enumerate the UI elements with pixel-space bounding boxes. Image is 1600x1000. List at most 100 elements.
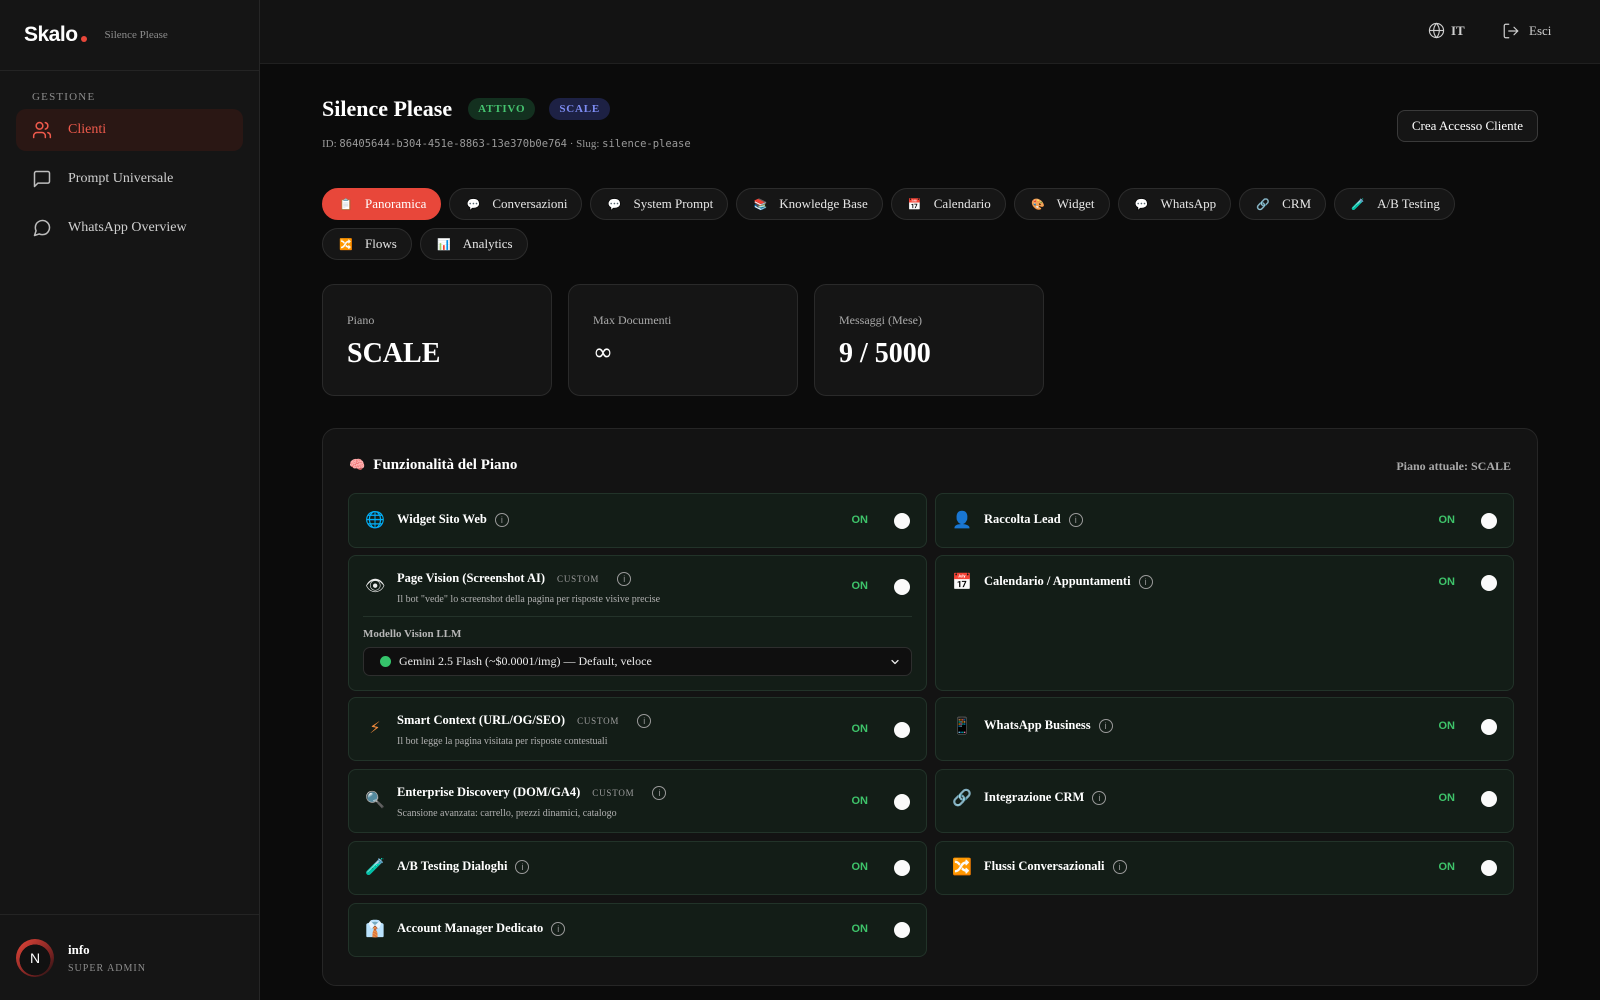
tab-whatsapp[interactable]: 💬 WhatsApp [1117, 188, 1232, 220]
feature-calendario: 📅 Calendario / Appuntamenti i ON [935, 555, 1514, 691]
feature-toggle[interactable] [894, 579, 910, 595]
feature-description: Scansione avanzata: carrello, prezzi din… [397, 808, 617, 819]
create-client-access-button[interactable]: Crea Accesso Cliente [1396, 110, 1538, 142]
feature-name: WhatsApp Business i [984, 718, 1113, 733]
feature-toggle[interactable] [894, 922, 910, 938]
feature-name: Account Manager Dedicato i [397, 921, 566, 936]
tab-flows[interactable]: 🔀 Flows [322, 228, 412, 260]
feature-name: Enterprise Discovery (DOM/GA4) CUSTOM i [397, 785, 667, 800]
features-title: 🧠 Funzionalità del Piano [349, 457, 518, 473]
stat-label: Piano [347, 313, 375, 327]
vision-model-select[interactable]: Gemini 2.5 Flash (~$0.0001/img) — Defaul… [363, 647, 912, 676]
tab-widget[interactable]: 🎨 Widget [1013, 188, 1110, 220]
current-plan-label: Piano attuale: SCALE [1396, 459, 1511, 473]
stat-card-piano: Piano SCALE [322, 284, 552, 396]
test-tube-icon: 🧪 [365, 857, 385, 876]
tab-analytics[interactable]: 📊 Analytics [419, 228, 528, 260]
speech-bubble-icon: 💬 [466, 197, 481, 211]
feature-toggle[interactable] [894, 513, 910, 529]
tab-system-prompt[interactable]: 💬 System Prompt [590, 188, 729, 220]
info-icon[interactable]: i [494, 512, 509, 527]
stat-card-max-documenti: Max Documenti ∞ [568, 284, 798, 396]
sidebar-item-whatsapp-overview[interactable]: WhatsApp Overview [16, 207, 243, 249]
user-name: info [68, 941, 90, 957]
info-icon[interactable]: i [1068, 512, 1083, 527]
feature-smart-context: ⚡ Smart Context (URL/OG/SEO) CUSTOM i Il b… [348, 697, 927, 761]
feature-ab-testing-dialoghi: 🧪 A/B Testing Dialoghi i ON [348, 841, 927, 895]
feature-toggle[interactable] [1481, 575, 1497, 591]
topbar: IT Esci [260, 0, 1600, 64]
feature-enterprise-discovery: 🔍 Enterprise Discovery (DOM/GA4) CUSTOM i … [348, 769, 927, 833]
feature-name: Widget Sito Web i [397, 512, 509, 527]
brand-logo[interactable]: Skalo [24, 23, 87, 47]
feature-page-vision: 👁 Page Vision (Screenshot AI) CUSTOM i Il … [348, 555, 927, 691]
feature-description: Il bot "vede" lo screenshot della pagina… [397, 594, 661, 605]
feature-status: ON [851, 514, 869, 526]
tab-ab-testing[interactable]: 🧪 A/B Testing [1334, 188, 1455, 220]
language-switcher[interactable]: IT [1428, 22, 1465, 39]
feature-toggle[interactable] [894, 794, 910, 810]
info-icon[interactable]: i [1112, 859, 1127, 874]
info-icon[interactable]: i [637, 713, 652, 728]
feature-toggle[interactable] [1481, 860, 1497, 876]
shuffle-icon: 🔀 [339, 237, 353, 251]
feature-toggle[interactable] [894, 722, 910, 738]
sidebar-item-clienti[interactable]: Clienti [16, 109, 243, 151]
speech-bubble-icon: 💬 [607, 197, 622, 211]
info-icon[interactable]: i [1092, 790, 1107, 805]
tab-calendario[interactable]: 📅 Calendario [890, 188, 1006, 220]
shuffle-icon: 🔀 [952, 857, 972, 876]
lightning-icon: ⚡ [369, 718, 381, 737]
feature-status: ON [851, 923, 869, 935]
page-title: Silence Please [322, 96, 453, 121]
calendar-icon: 📅 [907, 197, 922, 211]
feature-whatsapp-business: 📱 WhatsApp Business i ON [935, 697, 1514, 761]
feature-toggle[interactable] [1481, 513, 1497, 529]
feature-status: ON [851, 861, 869, 873]
feature-name: Integrazione CRM i [984, 790, 1107, 805]
feature-name: Flussi Conversazionali i [984, 859, 1127, 874]
status-dot-icon [380, 656, 391, 667]
plan-badge: SCALE [549, 98, 610, 120]
feature-status: ON [851, 795, 869, 807]
feature-status: ON [1438, 514, 1456, 526]
sidebar-item-label: Clienti [68, 122, 107, 137]
info-icon[interactable]: i [617, 571, 632, 586]
client-slug: silence-please [602, 138, 691, 150]
feature-name: A/B Testing Dialoghi i [397, 859, 530, 874]
tab-panoramica[interactable]: 📋 Panoramica [322, 188, 442, 220]
tab-conversazioni[interactable]: 💬 Conversazioni [449, 188, 583, 220]
info-icon[interactable]: i [1138, 574, 1153, 589]
books-icon: 📚 [753, 197, 768, 211]
feature-integrazione-crm: 🔗 Integrazione CRM i ON [935, 769, 1514, 833]
feature-status: ON [1438, 861, 1456, 873]
tab-knowledge-base[interactable]: 📚 Knowledge Base [736, 188, 883, 220]
logout-button[interactable]: Esci [1502, 22, 1551, 40]
sidebar-item-prompt-universale[interactable]: Prompt Universale [16, 158, 243, 200]
feature-toggle[interactable] [1481, 719, 1497, 735]
link-icon: 🔗 [952, 788, 972, 807]
sidebar-item-label: WhatsApp Overview [68, 220, 187, 235]
globe-icon: 🌐 [365, 510, 385, 529]
sidebar: Skalo Silence Please GESTIONE Clienti Pr… [0, 0, 260, 1000]
info-icon[interactable]: i [1098, 718, 1113, 733]
user-role: SUPER ADMIN [68, 962, 146, 974]
users-icon [32, 121, 52, 139]
feature-name: Raccolta Lead i [984, 512, 1083, 527]
avatar: N [16, 938, 54, 977]
link-icon: 🔗 [1256, 197, 1270, 211]
feature-toggle[interactable] [894, 860, 910, 876]
divider [363, 616, 912, 617]
phone-icon: 📱 [952, 716, 972, 735]
info-icon[interactable]: i [652, 785, 667, 800]
tab-crm[interactable]: 🔗 CRM [1239, 188, 1327, 220]
stat-label: Max Documenti [593, 313, 672, 327]
test-tube-icon: 🧪 [1351, 197, 1365, 211]
info-icon[interactable]: i [515, 859, 530, 874]
speech-bubble-icon: 💬 [1134, 197, 1149, 211]
person-icon: 👤 [952, 510, 972, 529]
user-profile[interactable]: N info SUPER ADMIN [0, 914, 259, 1000]
info-icon[interactable]: i [551, 921, 566, 936]
feature-toggle[interactable] [1481, 791, 1497, 807]
palette-icon: 🎨 [1030, 197, 1045, 211]
